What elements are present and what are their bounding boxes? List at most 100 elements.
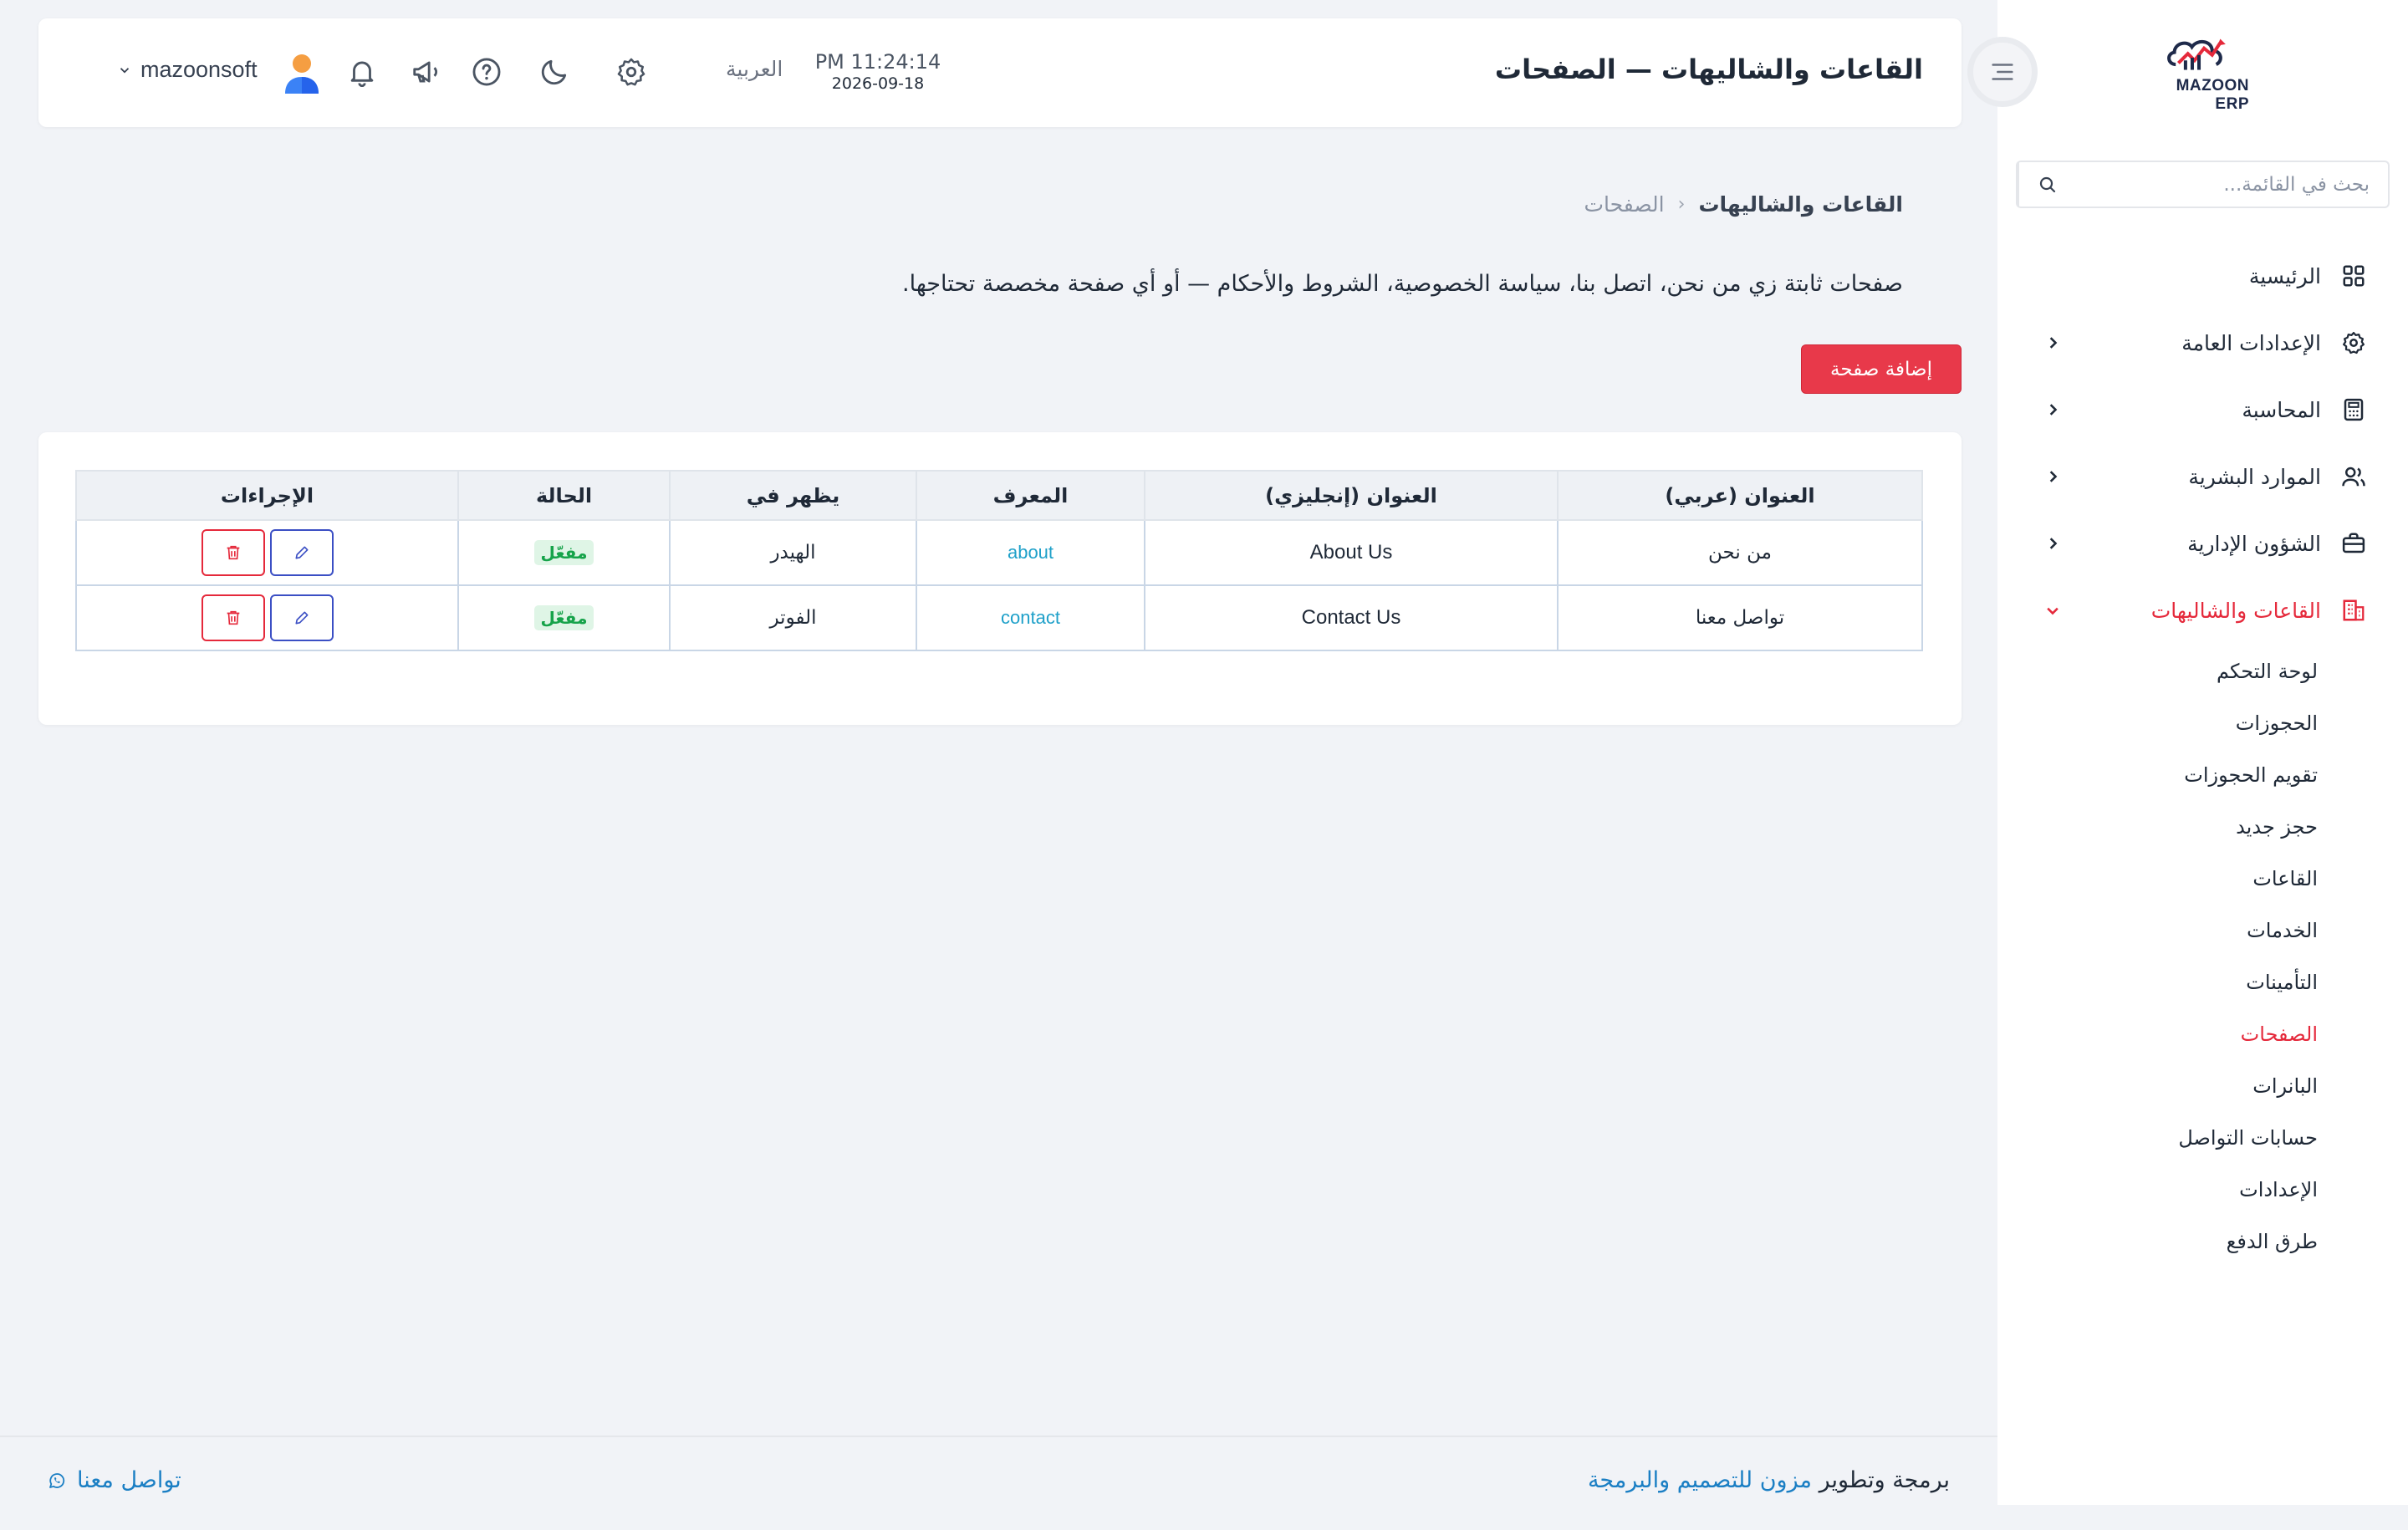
sidebar-search <box>2016 161 2390 208</box>
cell-location: الهيدر <box>669 519 917 586</box>
status-badge: مفعّل <box>533 540 594 565</box>
cell-title-ar: من نحن <box>1557 519 1923 586</box>
delete-button[interactable] <box>201 594 265 641</box>
submenu-item-payment-methods[interactable]: طرق الدفع <box>1997 1216 2408 1267</box>
cell-status: مفعّل <box>457 584 671 651</box>
table-header-row: العنوان (عربي) العنوان (إنجليزي) المعرف … <box>75 470 1923 521</box>
calculator-icon <box>2339 395 2368 424</box>
column-header-title-ar: العنوان (عربي) <box>1557 470 1923 521</box>
cell-actions <box>75 584 459 651</box>
avatar[interactable] <box>283 52 321 95</box>
logo-mark <box>2167 38 2226 70</box>
cell-title-en: Contact Us <box>1144 584 1559 651</box>
slug-link[interactable]: about <box>1008 542 1054 563</box>
sidebar-item-label: الإعدادات العامة <box>2181 330 2321 355</box>
sidebar-item-halls-chalets[interactable]: القاعات والشاليهات <box>1997 577 2408 644</box>
sidebar-nav: الرئيسية الإعدادات العامة المحاسبة الموا… <box>1997 242 2408 1267</box>
column-header-location: يظهر في <box>669 470 917 521</box>
edit-button[interactable] <box>269 594 334 641</box>
footer: برمجة وتطوير مزون للتصميم والبرمجة تواصل… <box>0 1436 1997 1505</box>
chevron-down-icon <box>2047 607 2059 615</box>
username: mazoonsoft <box>140 57 258 82</box>
pages-table: العنوان (عربي) العنوان (إنجليزي) المعرف … <box>75 470 1923 651</box>
chevron-left-icon <box>2049 538 2058 549</box>
cell-title-en: About Us <box>1144 519 1559 586</box>
logo[interactable]: MAZOON ERP <box>2145 33 2249 114</box>
page-description: صفحات ثابتة زي من نحن، اتصل بنا، سياسة ا… <box>902 271 1903 297</box>
column-header-slug: المعرف <box>916 470 1145 521</box>
column-header-status: الحالة <box>457 470 671 521</box>
help-button[interactable] <box>467 53 506 91</box>
notifications-button[interactable] <box>343 53 381 91</box>
sidebar-item-hr[interactable]: الموارد البشرية <box>1997 443 2408 510</box>
briefcase-icon <box>2339 529 2368 558</box>
bell-icon <box>350 61 374 87</box>
clock: PM 11:24:14 2026-09-18 <box>794 50 962 93</box>
trash-icon <box>227 545 239 560</box>
sidebar-toggle-button[interactable] <box>1967 37 2038 107</box>
contact-link[interactable]: تواصل معنا <box>47 1467 181 1493</box>
sidebar: MAZOON ERP الرئيسية الإعدادات العامة الم… <box>1997 0 2408 1505</box>
sidebar-item-label: الموارد البشرية <box>2188 464 2321 489</box>
language-switch[interactable]: العربية <box>726 57 783 81</box>
sidebar-item-general-settings[interactable]: الإعدادات العامة <box>1997 309 2408 376</box>
contact-label: تواصل معنا <box>77 1467 181 1493</box>
chevron-left-icon <box>2049 404 2058 416</box>
users-icon <box>2339 462 2368 491</box>
user-menu[interactable]: mazoonsoft <box>117 57 258 83</box>
clock-date: 2026-09-18 <box>831 74 925 93</box>
cell-status: مفعّل <box>457 519 671 586</box>
gear-icon <box>617 58 645 86</box>
column-header-title-en: العنوان (إنجليزي) <box>1144 470 1559 521</box>
menu-icon <box>1992 64 2013 80</box>
sidebar-item-label: المحاسبة <box>2242 397 2321 422</box>
chevron-left-icon <box>2049 337 2058 349</box>
chevron-left-icon <box>2049 471 2058 482</box>
cell-location: الفوتر <box>669 584 917 651</box>
gear-icon <box>2339 329 2368 357</box>
settings-button[interactable] <box>612 53 650 91</box>
chevron-down-icon <box>120 67 130 74</box>
delete-button[interactable] <box>201 529 265 576</box>
submenu-item-deposits[interactable]: التأمينات <box>1997 956 2408 1008</box>
submenu-item-pages[interactable]: الصفحات <box>1997 1008 2408 1060</box>
sidebar-item-label: الشؤون الإدارية <box>2187 531 2321 556</box>
submenu-item-new-booking[interactable]: حجز جديد <box>1997 801 2408 853</box>
sidebar-item-accounting[interactable]: المحاسبة <box>1997 376 2408 443</box>
cell-actions <box>75 519 459 586</box>
announcements-button[interactable] <box>407 53 446 91</box>
top-header: القاعات والشاليهات — الصفحات PM 11:24:14… <box>38 18 1962 127</box>
grid-icon <box>2339 262 2368 290</box>
submenu-item-bookings-calendar[interactable]: تقويم الحجوزات <box>1997 749 2408 801</box>
submenu-item-services[interactable]: الخدمات <box>1997 905 2408 956</box>
search-icon <box>2039 176 2056 192</box>
sidebar-item-label: القاعات والشاليهات <box>2150 598 2321 623</box>
submenu-item-social-accounts[interactable]: حسابات التواصل <box>1997 1112 2408 1164</box>
submenu-item-dashboard[interactable]: لوحة التحكم <box>1997 645 2408 697</box>
sidebar-search-input[interactable] <box>2076 162 2388 207</box>
submenu-item-banners[interactable]: البانرات <box>1997 1060 2408 1112</box>
pencil-icon <box>295 611 308 625</box>
column-header-actions: الإجراءات <box>75 470 459 521</box>
cell-title-ar: تواصل معنا <box>1557 584 1923 651</box>
add-page-button[interactable]: إضافة صفحة <box>1801 344 1962 394</box>
submenu-item-bookings[interactable]: الحجوزات <box>1997 697 2408 749</box>
breadcrumb-current: الصفحات <box>1584 192 1665 217</box>
search-button[interactable] <box>2018 162 2076 207</box>
building-icon <box>2339 596 2368 625</box>
cell-slug: contact <box>916 584 1145 651</box>
help-icon <box>472 58 501 86</box>
whatsapp-icon <box>49 1472 65 1488</box>
submenu-item-halls[interactable]: القاعات <box>1997 853 2408 905</box>
slug-link[interactable]: contact <box>1001 607 1060 628</box>
edit-button[interactable] <box>269 529 334 576</box>
dark-mode-toggle[interactable] <box>535 53 574 91</box>
submenu-item-settings[interactable]: الإعدادات <box>1997 1164 2408 1216</box>
table-row: تواصل معنا Contact Us contact الفوتر مفع… <box>75 584 1923 651</box>
credit-link[interactable]: مزون للتصميم والبرمجة <box>1588 1467 1812 1493</box>
moon-icon <box>541 59 567 85</box>
breadcrumb-parent[interactable]: القاعات والشاليهات <box>1698 192 1903 217</box>
sidebar-item-admin-affairs[interactable]: الشؤون الإدارية <box>1997 510 2408 577</box>
megaphone-icon <box>413 61 438 83</box>
sidebar-item-home[interactable]: الرئيسية <box>1997 242 2408 309</box>
